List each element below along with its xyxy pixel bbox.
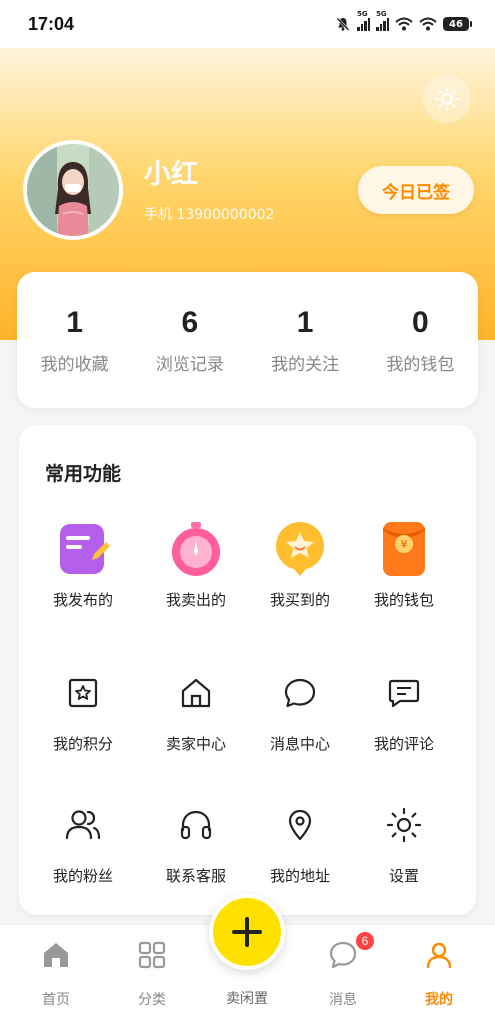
stat-value: 0 bbox=[412, 305, 429, 339]
stat-label: 我的钱包 bbox=[386, 354, 455, 375]
red-envelope-icon: ¥ bbox=[383, 522, 425, 576]
stat-label: 浏览记录 bbox=[155, 354, 224, 375]
nav-category-label: 分类 bbox=[138, 992, 166, 1008]
status-icons: 5G 5G 46 bbox=[335, 10, 472, 32]
avatar-image bbox=[27, 144, 119, 236]
wifi-icon bbox=[395, 17, 413, 31]
stat-label: 我的关注 bbox=[271, 354, 340, 375]
theme-toggle-button[interactable] bbox=[423, 75, 471, 123]
stat-history[interactable]: 6 浏览记录 bbox=[132, 306, 247, 375]
sell-item-label: 卖闲置 bbox=[226, 991, 268, 1007]
battery-icon: 46 bbox=[443, 17, 472, 31]
stopwatch-icon bbox=[172, 522, 220, 576]
users-icon bbox=[65, 810, 101, 840]
stat-value: 1 bbox=[296, 305, 314, 339]
comment-icon bbox=[388, 679, 420, 708]
func-my-wallet[interactable]: ¥ 我的钱包 bbox=[347, 519, 461, 610]
nav-mine[interactable]: 我的 bbox=[399, 937, 479, 1009]
settings-icon bbox=[386, 807, 422, 843]
func-my-bought[interactable]: 我买到的 bbox=[243, 519, 357, 610]
func-my-sold[interactable]: 我卖出的 bbox=[139, 519, 253, 610]
home-icon bbox=[44, 943, 68, 967]
status-time: 17:04 bbox=[28, 13, 75, 34]
stat-following[interactable]: 1 我的关注 bbox=[248, 306, 363, 375]
stat-wallet[interactable]: 0 我的钱包 bbox=[363, 306, 478, 375]
username: 小红 bbox=[144, 159, 198, 190]
location-pin-icon bbox=[288, 809, 312, 841]
stat-value: 1 bbox=[66, 305, 83, 339]
home-icon bbox=[181, 678, 211, 708]
func-my-fans[interactable]: 我的粉丝 bbox=[26, 795, 140, 886]
chat-bubble-icon bbox=[329, 941, 357, 969]
nav-home[interactable]: 首页 bbox=[16, 937, 96, 1009]
wifi-icon bbox=[419, 17, 437, 31]
signal-icon: 5G bbox=[357, 10, 370, 31]
sun-icon bbox=[435, 87, 459, 111]
stat-label: 我的收藏 bbox=[40, 354, 109, 375]
user-icon bbox=[426, 942, 452, 969]
nav-category[interactable]: 分类 bbox=[112, 937, 192, 1009]
func-customer-service[interactable]: 联系客服 bbox=[139, 795, 253, 886]
func-message-center[interactable]: 消息中心 bbox=[243, 663, 357, 754]
stat-favorites[interactable]: 1 我的收藏 bbox=[17, 306, 132, 375]
functions-grid: 我发布的 我卖出的 我买到的 ¥ 我的钱包 我的积分 卖家中心 消息中心 我的评… bbox=[19, 425, 476, 915]
functions-card: 常用功能 我发布的 我卖出的 我买到的 ¥ 我的钱包 我的积分 卖家中心 消息中… bbox=[19, 425, 476, 915]
sell-item-button[interactable] bbox=[209, 894, 285, 970]
star-bubble-icon bbox=[276, 522, 324, 576]
plus-icon bbox=[232, 917, 262, 947]
avatar[interactable] bbox=[23, 140, 123, 240]
nav-home-label: 首页 bbox=[42, 992, 70, 1008]
nav-mine-label: 我的 bbox=[425, 992, 453, 1008]
nav-messages-label: 消息 bbox=[329, 992, 357, 1008]
grid-icon bbox=[138, 941, 166, 969]
svg-text:¥: ¥ bbox=[401, 538, 408, 551]
checkin-button[interactable]: 今日已签 bbox=[358, 166, 474, 214]
note-edit-icon bbox=[60, 524, 110, 574]
signal-icon: 5G bbox=[376, 10, 389, 31]
func-settings[interactable]: 设置 bbox=[347, 795, 461, 886]
func-my-posts[interactable]: 我发布的 bbox=[26, 519, 140, 610]
func-my-comments[interactable]: 我的评论 bbox=[347, 663, 461, 754]
messages-badge: 6 bbox=[354, 930, 376, 952]
stats-card: 1 我的收藏 6 浏览记录 1 我的关注 0 我的钱包 bbox=[17, 272, 478, 408]
phone-number: 手机 13900000002 bbox=[144, 207, 275, 223]
star-box-icon bbox=[68, 678, 98, 708]
chat-bubble-icon bbox=[284, 678, 316, 708]
mute-icon bbox=[336, 17, 350, 31]
func-seller-center[interactable]: 卖家中心 bbox=[139, 663, 253, 754]
stat-value: 6 bbox=[181, 305, 199, 339]
func-my-points[interactable]: 我的积分 bbox=[26, 663, 140, 754]
headphones-icon bbox=[180, 810, 212, 840]
func-my-address[interactable]: 我的地址 bbox=[243, 795, 357, 886]
status-bar: 17:04 5G 5G 46 bbox=[0, 0, 495, 48]
